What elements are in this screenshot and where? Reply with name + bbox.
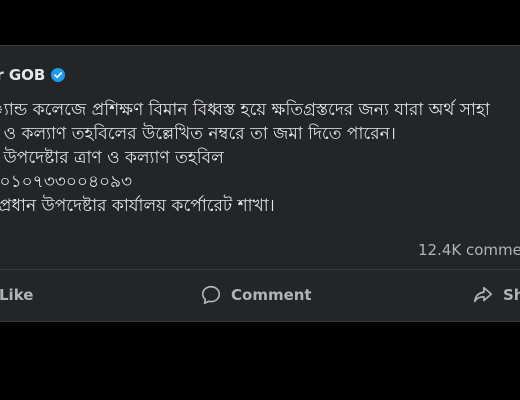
actions-divider [0, 269, 520, 270]
share-label: Sh [503, 286, 520, 304]
post-line: ণ ও কল্যাণ তহবিলের উল্লেখিত নম্বরে তা জম… [0, 124, 396, 144]
like-label: Like [0, 286, 34, 304]
share-arrow-icon [473, 286, 493, 303]
post-line: ন উপদেষ্টার ত্রাণ ও কল্যাণ তহবিল [0, 148, 224, 168]
verified-badge-icon [51, 68, 66, 82]
comments-count[interactable]: 12.4K comme [418, 241, 520, 259]
comment-bubble-icon [201, 285, 221, 305]
author-name[interactable]: iser GOB [0, 66, 45, 84]
like-button[interactable]: Like [0, 280, 33, 310]
post-header: iser GOB [0, 65, 66, 85]
post-line: , প্রধান উপদেষ্টার কার্যালয় কর্পোরেট শা… [0, 196, 275, 216]
share-button[interactable]: Sh [472, 280, 520, 310]
post-body: ্যান্ড কলেজে প্রশিক্ষণ বিমান বিধ্বস্ত হয… [0, 98, 490, 218]
post-line: - ০১০৭৩৩০০৪০৯৩ [0, 172, 133, 192]
post-card: iser GOB ্যান্ড কলেজে প্রশিক্ষণ বিমান বি… [0, 45, 520, 322]
comment-button[interactable]: Comment [200, 280, 312, 310]
comment-label: Comment [231, 286, 312, 304]
post-line: ্যান্ড কলেজে প্রশিক্ষণ বিমান বিধ্বস্ত হয… [0, 100, 490, 120]
